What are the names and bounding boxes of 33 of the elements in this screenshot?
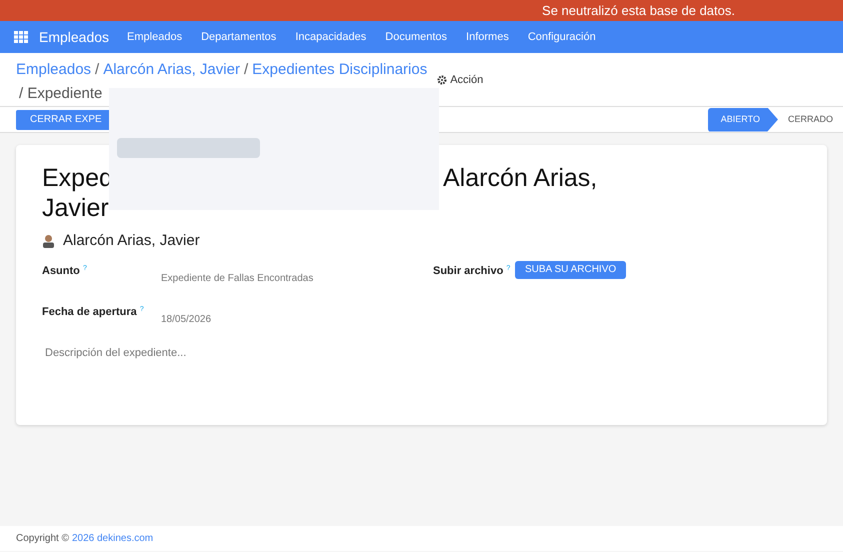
description-field[interactable]: Descripción del expediente... [45,344,445,361]
field-value[interactable]: Expediente de Fallas Encontradas [161,270,314,286]
field-label: Fecha de apertura $^{?}$ [42,304,145,320]
action-menu-button[interactable]: Acción [437,72,484,88]
field-value[interactable]: 18/05/2026 [161,312,212,326]
breadcrumb-link[interactable]: Expedientes Disciplinarios [252,59,428,82]
record-title: Alarcón Arias, [443,163,598,194]
nav-menu-item[interactable]: Empleados [127,28,182,46]
notice-text: Se neutralizó esta base de datos. [542,2,735,20]
breadcrumb-current: / Expediente [19,84,104,104]
nav-menu-item[interactable]: Configuración [528,28,596,46]
footer-link[interactable]: 2026 dekines.com [72,531,154,546]
nav-menu-item[interactable]: Departamentos [201,28,276,46]
breadcrumb-separator: / [244,60,248,80]
field-label: Asunto $^{?}$ [42,264,88,278]
gear-icon [437,75,448,86]
upload-button[interactable]: SUBA SU ARCHIVO [515,260,626,278]
nav-menu-item[interactable]: Documentos [385,28,448,46]
employee-name[interactable]: Alarcón Arias, Javier [63,230,200,252]
apps-menu-icon[interactable] [14,31,28,43]
breadcrumb-link[interactable]: Alarcón Arias, Javier [103,59,240,82]
status-stage[interactable]: CERRADO [778,108,843,132]
status-stage[interactable]: ABIERTO [708,108,778,132]
breadcrumb-separator: / [95,60,100,80]
field-label: Subir archivo $^{?}$ [433,264,512,278]
breadcrumb-link[interactable]: Empleados [16,59,92,82]
avatar-icon [42,234,55,248]
close-record-button[interactable]: CERRAR EXPE [16,110,109,130]
copyright-text: Copyright © [16,532,69,546]
app-title[interactable]: Empleados [39,26,110,48]
record-title: Javier [42,194,109,222]
nav-menu-item[interactable]: Incapacidades [295,28,366,46]
nav-menu-item[interactable]: Informes [466,28,509,46]
